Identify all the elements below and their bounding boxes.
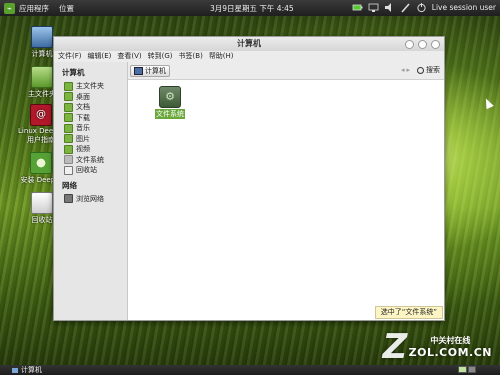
workspace-2[interactable] — [467, 366, 476, 373]
window-titlebar[interactable]: 计算机 — [54, 37, 444, 51]
file-manager-window: 计算机 文件(F) 编辑(E) 查看(V) 转到(G) 书签(B) 帮助(H) … — [53, 36, 445, 321]
menu-edit[interactable]: 编辑(E) — [88, 51, 112, 62]
watermark-en: ZOL.COM.CN — [408, 346, 492, 359]
network-icon[interactable] — [368, 2, 379, 13]
sidebar-item-label: 视频 — [76, 145, 90, 154]
file-item-label: 文件系统 — [155, 109, 185, 119]
menu-file[interactable]: 文件(F) — [58, 51, 82, 62]
zol-watermark: Z 中关村在线 ZOL.COM.CN — [383, 327, 492, 367]
menubar: 文件(F) 编辑(E) 查看(V) 转到(G) 书签(B) 帮助(H) — [54, 51, 444, 62]
downloads-folder-icon — [64, 113, 73, 123]
watermark-cn: 中关村在线 — [430, 336, 471, 345]
system-tray: Live session user — [352, 2, 496, 13]
trash-icon — [64, 165, 73, 175]
sidebar-item-music[interactable]: 音乐 — [54, 123, 127, 134]
window-body: 计算机 主文件夹 桌面 文档 下载 音乐 图片 视频 文件系统 回收站 网络 浏… — [54, 62, 444, 320]
places-sidebar: 计算机 主文件夹 桌面 文档 下载 音乐 图片 视频 文件系统 回收站 网络 浏… — [54, 62, 128, 320]
sidebar-heading-network: 网络 — [62, 180, 77, 190]
breadcrumb-computer[interactable]: 计算机 — [130, 65, 170, 77]
nav-arrows-icon[interactable]: ◂▸ — [401, 66, 412, 74]
sidebar-item-label: 音乐 — [76, 124, 90, 133]
sidebar-item-label: 浏览网络 — [76, 194, 104, 203]
menu-view[interactable]: 查看(V) — [117, 51, 141, 62]
home-folder-icon — [64, 81, 73, 91]
close-button[interactable] — [431, 40, 440, 49]
menu-help[interactable]: 帮助(H) — [209, 51, 234, 62]
computer-icon — [134, 67, 143, 75]
window-controls — [405, 40, 440, 49]
network-icon — [64, 194, 73, 204]
sidebar-item-videos[interactable]: 视频 — [54, 144, 127, 155]
location-bar: 计算机 ◂▸ 搜索 — [128, 62, 444, 80]
battery-icon[interactable] — [352, 2, 363, 13]
file-view: 计算机 ◂▸ 搜索 ⚙ 文件系统 选中了“文件系统” — [128, 62, 444, 320]
power-icon[interactable] — [416, 2, 427, 13]
sidebar-item-label: 桌面 — [76, 92, 90, 101]
sidebar-item-downloads[interactable]: 下载 — [54, 113, 127, 124]
menu-bookmarks[interactable]: 书签(B) — [179, 51, 203, 62]
computer-icon — [31, 26, 53, 48]
sidebar-item-documents[interactable]: 文档 — [54, 102, 127, 113]
sidebar-item-label: 主文件夹 — [76, 82, 104, 91]
music-folder-icon — [64, 123, 73, 133]
harddisk-icon: ⚙ — [159, 86, 181, 108]
menu-go[interactable]: 转到(G) — [148, 51, 173, 62]
bottom-panel: 计算机 — [0, 365, 500, 375]
search-button[interactable]: 搜索 — [417, 65, 440, 75]
top-panel: ⌁ 应用程序 位置 3月9日星期五 下午 4:45 Live session u… — [0, 0, 500, 16]
applications-menu[interactable]: 应用程序 — [19, 3, 49, 14]
workspace-1[interactable] — [458, 366, 467, 373]
sidebar-heading-computer: 计算机 — [62, 68, 85, 77]
volume-icon[interactable] — [384, 2, 395, 13]
sidebar-item-desktop[interactable]: 桌面 — [54, 92, 127, 103]
pictures-folder-icon — [64, 134, 73, 144]
sidebar-item-browse-network[interactable]: 浏览网络 — [54, 194, 127, 205]
desktop-folder-icon — [64, 92, 73, 102]
search-label: 搜索 — [426, 66, 440, 74]
computer-icon — [12, 367, 18, 373]
taskbar-label: 计算机 — [21, 366, 42, 374]
sidebar-item-label: 文件系统 — [76, 155, 104, 164]
sidebar-item-filesystem[interactable]: 文件系统 — [54, 155, 127, 166]
harddisk-icon — [64, 155, 73, 165]
sidebar-item-label: 文档 — [76, 103, 90, 112]
videos-folder-icon — [64, 144, 73, 154]
sidebar-item-home[interactable]: 主文件夹 — [54, 81, 127, 92]
status-bar: 选中了“文件系统” — [374, 306, 443, 319]
home-folder-icon — [31, 66, 53, 88]
minimize-button[interactable] — [405, 40, 414, 49]
deepin-install-icon — [30, 152, 52, 174]
sidebar-item-label: 回收站 — [76, 166, 97, 175]
trash-icon — [31, 192, 53, 214]
zol-logo-icon: Z — [382, 327, 408, 367]
window-title: 计算机 — [237, 39, 261, 48]
search-icon — [417, 66, 424, 74]
workspace-switcher[interactable] — [458, 366, 476, 373]
clock[interactable]: 3月9日星期五 下午 4:45 — [210, 3, 294, 14]
sidebar-item-pictures[interactable]: 图片 — [54, 134, 127, 145]
deepin-logo-icon[interactable]: ⌁ — [4, 2, 15, 14]
documents-folder-icon — [64, 102, 73, 112]
sidebar-item-label: 图片 — [76, 134, 90, 143]
sidebar-item-label: 下载 — [76, 113, 90, 122]
guide-book-icon: @ — [30, 104, 52, 126]
file-item-filesystem[interactable]: ⚙ 文件系统 — [152, 86, 188, 119]
pen-icon[interactable] — [400, 2, 411, 13]
user-name[interactable]: Live session user — [432, 3, 496, 12]
places-menu[interactable]: 位置 — [59, 3, 74, 14]
maximize-button[interactable] — [418, 40, 427, 49]
breadcrumb-label: 计算机 — [145, 67, 166, 75]
sidebar-item-trash[interactable]: 回收站 — [54, 165, 127, 176]
taskbar-button-computer[interactable]: 计算机 — [8, 366, 46, 374]
